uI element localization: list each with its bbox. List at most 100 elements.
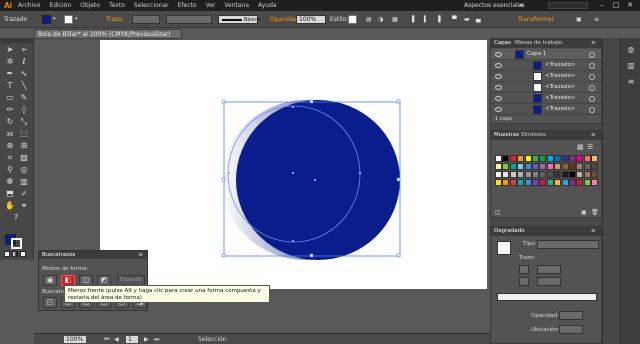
opacity-field[interactable]: 100% [296, 15, 326, 24]
isolate-icon[interactable]: ▣ [576, 16, 582, 23]
help-icon[interactable]: ? [10, 212, 22, 223]
color-swatch[interactable] [569, 163, 576, 170]
swatch-grid[interactable] [495, 155, 599, 205]
chevron-down-icon[interactable]: ▾ [75, 16, 78, 22]
last-artboard-icon[interactable]: ⏭ [154, 336, 159, 344]
menu-ayuda[interactable]: Ayuda [258, 2, 277, 9]
none-mode-icon[interactable] [20, 251, 26, 257]
target-circle-icon[interactable] [589, 52, 595, 58]
list-view-icon[interactable]: ☰ [587, 143, 593, 151]
color-swatch[interactable] [502, 179, 510, 186]
color-swatch[interactable] [517, 179, 525, 186]
color-swatch[interactable] [576, 163, 584, 170]
color-swatch[interactable] [569, 155, 576, 162]
menu-ventana[interactable]: Ventana [224, 2, 249, 9]
layer-row-trazado[interactable]: <Trazado> [491, 82, 601, 93]
color-panel-icon[interactable]: ◍ [625, 44, 637, 56]
stroke-label[interactable]: Trazo: [106, 16, 124, 23]
align-top-icon[interactable]: ▀ [452, 16, 457, 23]
graph-tool-icon[interactable]: ▥ [18, 176, 30, 187]
line-tool-icon[interactable]: ╲ [18, 80, 30, 91]
slice-tool-icon[interactable]: ⌿ [18, 188, 30, 199]
color-swatch[interactable] [591, 155, 599, 162]
align-middle-icon[interactable]: ▬ [464, 16, 470, 23]
rectangle-tool-icon[interactable]: ▭ [4, 92, 16, 103]
color-swatch[interactable] [502, 171, 510, 178]
target-circle-icon[interactable] [589, 63, 595, 69]
magic-wand-tool-icon[interactable]: ✲ [4, 56, 16, 67]
layer-row-trazado[interactable]: <Trazado> [491, 60, 601, 71]
layer-row-trazado[interactable]: <Trazado> [491, 104, 601, 115]
panel-menu-icon[interactable]: ≡ [138, 251, 143, 258]
artboard-number-field[interactable]: 1 [126, 336, 138, 343]
pen-tool-icon[interactable]: ✒ [4, 68, 16, 79]
recolor-icon[interactable]: ◑ [378, 16, 383, 23]
paintbrush-tool-icon[interactable]: ✎ [18, 92, 30, 103]
color-swatch[interactable] [546, 155, 554, 162]
perspective-tool-icon[interactable]: ⊞ [18, 140, 30, 151]
maximize-icon[interactable]: □ [610, 1, 622, 10]
first-artboard-icon[interactable]: ⏮ [104, 336, 109, 344]
gradient-angle-icon[interactable] [519, 265, 529, 274]
eye-icon[interactable] [495, 96, 502, 101]
color-swatch[interactable] [532, 179, 539, 186]
ball-body-shape[interactable] [236, 100, 400, 260]
layer-row-trazado[interactable]: <Trazado> [491, 93, 601, 104]
menu-seleccionar[interactable]: Seleccionar [134, 2, 169, 9]
divide-button[interactable]: ◰ [43, 297, 57, 308]
stop-location-field[interactable] [559, 325, 583, 334]
color-swatch[interactable] [532, 155, 539, 162]
fill-swatch[interactable] [42, 15, 51, 24]
eye-icon[interactable] [495, 74, 502, 79]
target-circle-icon[interactable] [589, 107, 595, 113]
prev-artboard-icon[interactable]: ◀ [114, 336, 119, 343]
chevron-down-icon[interactable]: ▾ [53, 16, 56, 22]
align-right-icon[interactable]: ▐ [436, 16, 441, 23]
hand-tool-icon[interactable]: ✋ [4, 200, 16, 211]
color-swatch[interactable] [583, 155, 591, 162]
tab-mesas-de-trabajo[interactable]: Mesas de trabajo [515, 40, 562, 46]
color-swatch[interactable] [583, 163, 591, 170]
align-center-icon[interactable]: ▍ [424, 16, 429, 23]
color-swatch[interactable] [524, 171, 532, 178]
stroke-color-icon[interactable] [11, 238, 22, 249]
rotate-tool-icon[interactable]: ↻ [4, 116, 16, 127]
minimize-icon[interactable]: – [596, 1, 608, 10]
tab-muestras[interactable]: Muestras [494, 132, 519, 138]
color-swatch[interactable] [554, 163, 562, 170]
help-search-input[interactable] [548, 2, 588, 9]
menu-texto[interactable]: Texto [109, 2, 125, 9]
menu-edicion[interactable]: Edición [49, 2, 71, 9]
color-swatch[interactable] [495, 179, 502, 186]
color-swatch[interactable] [546, 179, 554, 186]
distribute-icon[interactable]: ▦ [392, 16, 398, 23]
swatch-libraries-icon[interactable]: ◫ [495, 209, 501, 216]
color-mode-icon[interactable] [4, 251, 10, 257]
width-tool-icon[interactable]: ⟗ [4, 128, 16, 139]
panel-menu-icon[interactable]: ≡ [591, 132, 596, 138]
color-swatch[interactable] [539, 155, 547, 162]
color-swatch[interactable] [509, 163, 517, 170]
color-swatch[interactable] [539, 163, 547, 170]
aspect-ratio-icon[interactable] [519, 277, 529, 286]
zoom-tool-icon[interactable]: ⚭ [18, 200, 30, 211]
align-icon[interactable]: ▤ [366, 16, 372, 23]
color-swatch[interactable] [495, 155, 502, 162]
chevron-down-icon[interactable]: ▾ [520, 2, 523, 9]
color-swatch[interactable] [524, 179, 532, 186]
color-swatch[interactable] [546, 171, 554, 178]
color-swatch[interactable] [554, 179, 562, 186]
menu-objeto[interactable]: Objeto [80, 2, 100, 9]
variable-width-profile[interactable] [166, 15, 212, 24]
new-swatch-icon[interactable]: ▣ [581, 209, 587, 216]
color-swatch[interactable] [509, 179, 517, 186]
menu-efecto[interactable]: Efecto [178, 2, 197, 9]
stroke-swatch[interactable] [64, 15, 73, 24]
panel-menu-icon[interactable]: ≡ [591, 40, 596, 46]
shape-builder-tool-icon[interactable]: ⊕ [4, 140, 16, 151]
color-swatch[interactable] [532, 171, 539, 178]
eye-icon[interactable] [495, 107, 502, 112]
color-swatch[interactable] [524, 163, 532, 170]
stroke-weight-field[interactable] [132, 15, 160, 24]
zoom-field[interactable]: 100% [64, 336, 86, 343]
